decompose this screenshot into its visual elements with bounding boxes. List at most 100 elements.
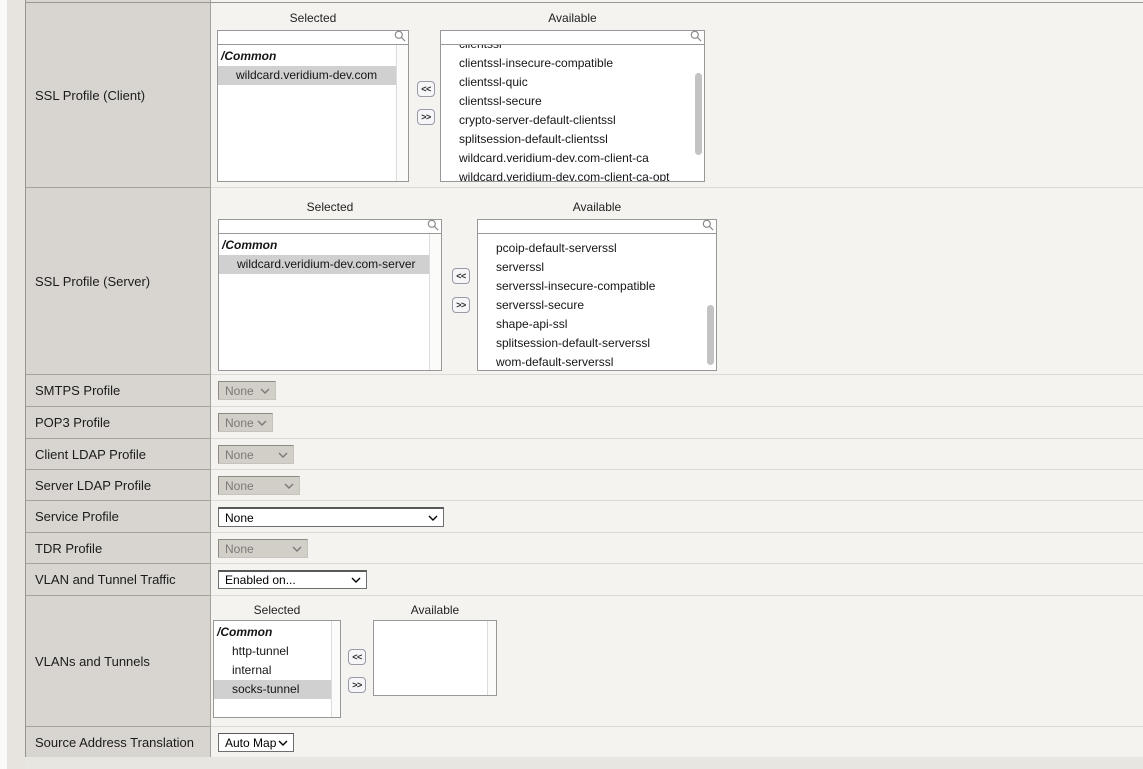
field-label: VLAN and Tunnel Traffic	[35, 572, 176, 587]
list-item[interactable]: /Common	[218, 47, 408, 66]
list-item[interactable]: serverssl-insecure-compatible	[478, 277, 716, 296]
row-value-cell: None	[211, 374, 1143, 406]
list-items: clientsslclientssl-insecure-compatiblecl…	[441, 45, 704, 182]
row-value-cell: Selected /Commonhttp-tunnelinternalsocks…	[211, 595, 1143, 726]
available-column: Available	[373, 603, 497, 696]
scrollbar-thumb[interactable]	[695, 73, 702, 155]
table-row-source-address-translation: Source Address Translation Auto Map	[26, 726, 1143, 757]
row-label-cell: Client LDAP Profile	[26, 438, 211, 469]
chevron-down-icon	[278, 452, 288, 458]
chevron-down-icon	[351, 577, 361, 583]
select-value: None	[219, 511, 428, 525]
chevron-down-icon	[257, 420, 267, 426]
list-items: pcoip-default-serversslserversslserverss…	[478, 234, 716, 371]
service-profile-select[interactable]: None	[218, 507, 444, 527]
list-item[interactable]: clientssl-insecure-compatible	[441, 54, 704, 73]
search-icon	[690, 30, 702, 42]
table-row-vlan-and-tunnel-traffic: VLAN and Tunnel Traffic Enabled on...	[26, 563, 1143, 595]
list-item[interactable]: clientssl-quic	[441, 73, 704, 92]
field-label: Server LDAP Profile	[35, 478, 151, 493]
chevron-down-icon	[278, 740, 288, 746]
list-item[interactable]: internal	[214, 661, 340, 680]
row-label-cell: VLANs and Tunnels	[26, 595, 211, 726]
row-value-cell: None	[211, 532, 1143, 563]
list-item[interactable]: wildcard.veridium-dev.com-client-ca-opt	[441, 168, 704, 182]
chevron-down-icon	[284, 483, 294, 489]
row-value-cell: Auto Map	[211, 726, 1143, 757]
table-row-client-ldap-profile: Client LDAP Profile None	[26, 438, 1143, 469]
list-item[interactable]: splitsession-default-clientssl	[441, 130, 704, 149]
select-value: Enabled on...	[219, 573, 351, 587]
scrollbar-thumb[interactable]	[707, 305, 714, 365]
ssl-client-available-listbox: clientsslclientssl-insecure-compatiblecl…	[440, 44, 705, 182]
list-item[interactable]: http-tunnel	[214, 642, 340, 661]
list-items	[374, 621, 496, 623]
list-item[interactable]: wom-default-serverssl	[478, 353, 716, 371]
ssl-server-selected-listbox: /Commonwildcard.veridium-dev.com-server	[218, 233, 442, 371]
server-ldap-profile-select: None	[218, 476, 300, 495]
row-value-cell: None	[211, 406, 1143, 438]
field-label: TDR Profile	[35, 541, 102, 556]
field-label: Service Profile	[35, 509, 119, 524]
list-item[interactable]: serverssl-secure	[478, 296, 716, 315]
configuration-table: SSL Profile (Client) Selected /Commonwil…	[25, 0, 1143, 757]
scrollbar-track	[396, 45, 408, 181]
field-label: SSL Profile (Client)	[35, 88, 145, 103]
vlan-traffic-select[interactable]: Enabled on...	[218, 570, 367, 589]
list-item[interactable]: socks-tunnel	[214, 680, 340, 699]
table-row-smtps-profile: SMTPS Profile None	[26, 374, 1143, 406]
move-to-selected-button[interactable]: <<	[452, 268, 470, 284]
smtps-profile-select: None	[218, 381, 276, 400]
search-icon	[427, 219, 439, 231]
list-item[interactable]: wildcard.veridium-dev.com-client-ca	[441, 149, 704, 168]
select-value: None	[219, 479, 284, 493]
scrollbar-track	[429, 234, 441, 370]
list-item[interactable]: wildcard.veridium-dev.com	[218, 66, 408, 85]
select-value: None	[219, 448, 278, 462]
vlans-selected-listbox: /Commonhttp-tunnelinternalsocks-tunnel	[213, 620, 341, 718]
table-row-server-ldap-profile: Server LDAP Profile None	[26, 469, 1143, 500]
move-to-available-button[interactable]: >>	[348, 677, 366, 693]
ssl-server-available-listbox: pcoip-default-serversslserversslserverss…	[477, 233, 717, 371]
field-label: Source Address Translation	[35, 735, 194, 750]
scrollbar-track	[331, 621, 340, 717]
selected-column: Selected /Commonwildcard.veridium-dev.co…	[218, 200, 442, 371]
chevron-down-icon	[260, 388, 270, 394]
list-item[interactable]: shape-api-ssl	[478, 315, 716, 334]
tdr-profile-select: None	[218, 539, 308, 558]
list-item[interactable]: crypto-server-default-clientssl	[441, 111, 704, 130]
available-filter	[440, 28, 705, 45]
move-to-available-button[interactable]: >>	[452, 297, 470, 313]
row-value-cell: Selected /Commonwildcard.veridium-dev.co…	[211, 187, 1143, 374]
list-item[interactable]: /Common	[219, 236, 441, 255]
move-to-available-button[interactable]: >>	[417, 109, 435, 125]
source-address-translation-select[interactable]: Auto Map	[218, 733, 294, 752]
list-item[interactable]: clientssl-secure	[441, 92, 704, 111]
list-item[interactable]: wildcard.veridium-dev.com-server	[219, 255, 441, 274]
select-value: Auto Map	[219, 736, 278, 750]
list-item[interactable]: /Common	[214, 623, 340, 642]
move-to-selected-button[interactable]: <<	[417, 81, 435, 97]
list-item[interactable]: pcoip-default-serverssl	[478, 239, 716, 258]
list-item[interactable]: clientssl	[441, 44, 704, 54]
list-item[interactable]: splitsession-default-serverssl	[478, 334, 716, 353]
table-row-ssl-profile-client: SSL Profile (Client) Selected /Commonwil…	[26, 2, 1143, 187]
row-label-cell: Service Profile	[26, 500, 211, 532]
row-value-cell: None	[211, 438, 1143, 469]
table-row-vlans-and-tunnels: VLANs and Tunnels Selected /Commonhttp-t…	[26, 595, 1143, 726]
field-label: POP3 Profile	[35, 415, 110, 430]
list-item[interactable]: serverssl	[478, 258, 716, 277]
available-header: Available	[440, 11, 705, 27]
field-label: SMTPS Profile	[35, 383, 120, 398]
row-value-cell: Selected /Commonwildcard.veridium-dev.co…	[211, 2, 1143, 187]
row-label-cell: Server LDAP Profile	[26, 469, 211, 500]
row-value-cell: Enabled on...	[211, 563, 1143, 595]
row-value-cell: None	[211, 500, 1143, 532]
selected-header: Selected	[217, 11, 409, 27]
table-row-pop3-profile: POP3 Profile None	[26, 406, 1143, 438]
ssl-client-selected-listbox: /Commonwildcard.veridium-dev.com	[217, 44, 409, 182]
select-value: None	[219, 384, 260, 398]
pop3-profile-select: None	[218, 413, 273, 432]
field-label: VLANs and Tunnels	[35, 654, 150, 669]
move-to-selected-button[interactable]: <<	[348, 649, 366, 665]
